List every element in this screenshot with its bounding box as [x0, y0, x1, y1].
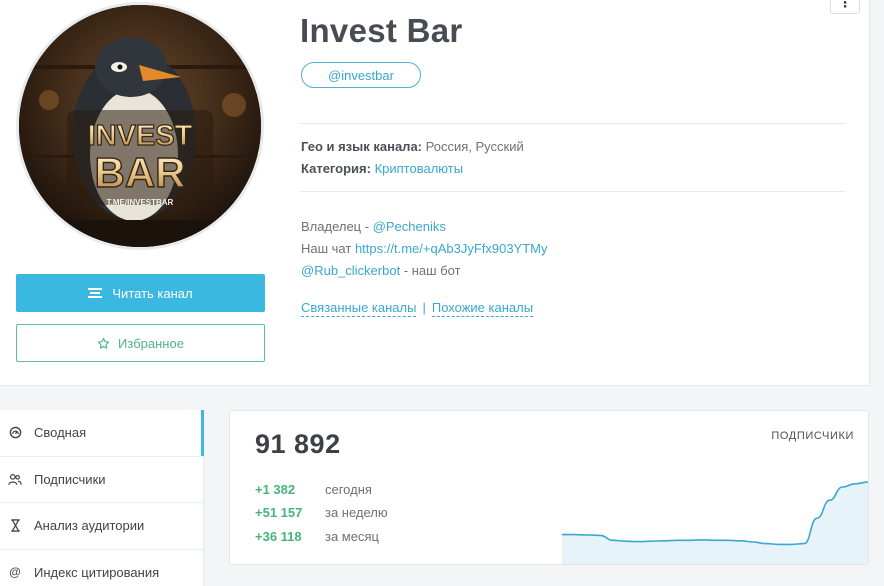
bot-suffix: - наш бот [400, 263, 461, 278]
divider [300, 123, 845, 124]
menu-lines-icon [88, 287, 103, 298]
divider [300, 191, 845, 192]
read-channel-button[interactable]: Читать канал [16, 274, 265, 312]
gauge-icon [8, 426, 22, 439]
avatar-text-invest: INVEST [88, 120, 193, 152]
owner-link[interactable]: @Pecheniks [373, 219, 446, 234]
read-channel-label: Читать канал [112, 285, 193, 301]
channel-avatar: INVEST BAR T.ME/INVESTBAR [16, 2, 264, 250]
chat-prefix: Наш чат [301, 241, 355, 256]
delta-today-label: сегодня [325, 482, 372, 497]
delta-today: +1 382 [255, 482, 296, 497]
links-separator: | [422, 300, 426, 315]
at-icon: @ [9, 565, 21, 580]
delta-week-label: за неделю [325, 505, 388, 520]
delta-week: +51 157 [255, 505, 303, 520]
delta-month: +36 118 [255, 529, 302, 544]
owner-prefix: Владелец - [301, 219, 373, 234]
users-icon [8, 473, 22, 486]
related-channels-link[interactable]: Связанные каналы [301, 300, 417, 317]
geo-language-row: Гео и язык канала: Россия, Русский [301, 139, 524, 154]
category-label: Категория: [301, 161, 371, 176]
geo-label: Гео и язык канала: [301, 139, 422, 154]
favorite-label: Избранное [118, 335, 184, 351]
avatar-image: INVEST BAR T.ME/INVESTBAR [19, 5, 261, 247]
chat-link[interactable]: https://t.me/+qAb3JyFfx903YTMy [355, 241, 548, 256]
category-row: Категория: Криптовалюты [301, 161, 463, 176]
subscribers-sparkline-chart [562, 481, 868, 564]
description-line-chat: Наш чат https://t.me/+qAb3JyFfx903YTMy [301, 241, 548, 256]
sidebar-item-subscribers[interactable]: Подписчики [0, 457, 203, 503]
description-line-owner: Владелец - @Pecheniks [301, 219, 446, 234]
sidebar-item-summary[interactable]: Сводная [0, 410, 204, 457]
sparkline-area [562, 482, 868, 564]
star-icon [97, 337, 110, 349]
more-vertical-icon: ⋮ [838, 0, 852, 10]
subscribers-total: 91 892 [255, 429, 341, 459]
sidebar-item-label: Сводная [34, 425, 87, 441]
avatar-text-url: T.ME/INVESTBAR [107, 198, 174, 207]
delta-month-label: за месяц [325, 529, 379, 544]
more-menu-button[interactable]: ⋮ [830, 0, 860, 14]
subscribers-summary-card: 91 892 подписчики +1 382 сегодня +51 157… [229, 410, 869, 565]
channel-handle-badge[interactable]: @investbar [301, 62, 421, 88]
channel-title: Invest Bar [300, 12, 463, 49]
favorite-button[interactable]: Избранное [16, 324, 265, 362]
hourglass-icon [8, 519, 22, 533]
sidebar-item-citation-index[interactable]: @ Индекс цитирования [0, 550, 203, 586]
avatar-text-bar: BAR [95, 149, 186, 196]
geo-value: Россия, Русский [425, 139, 524, 154]
description-line-bot: @Rub_clickerbot - наш бот [301, 263, 461, 278]
sidebar-item-audience-analysis[interactable]: Анализ аудитории [0, 503, 203, 550]
related-links-row: Связанные каналы | Похожие каналы [301, 300, 534, 317]
bot-link[interactable]: @Rub_clickerbot [301, 263, 400, 278]
sidebar-item-label: Индекс цитирования [34, 564, 160, 580]
similar-channels-link[interactable]: Похожие каналы [431, 300, 534, 317]
channel-header-card: ⋮ INVEST BAR T.ME/INVESTBAR Читать канал… [0, 0, 870, 386]
stats-sidebar-nav: Сводная Подписчики Анализ аудитории @ Ин… [0, 410, 204, 586]
subscribers-label: подписчики [771, 430, 854, 442]
sidebar-item-label: Анализ аудитории [34, 518, 145, 534]
sidebar-item-label: Подписчики [34, 471, 106, 487]
category-link[interactable]: Криптовалюты [375, 161, 463, 176]
